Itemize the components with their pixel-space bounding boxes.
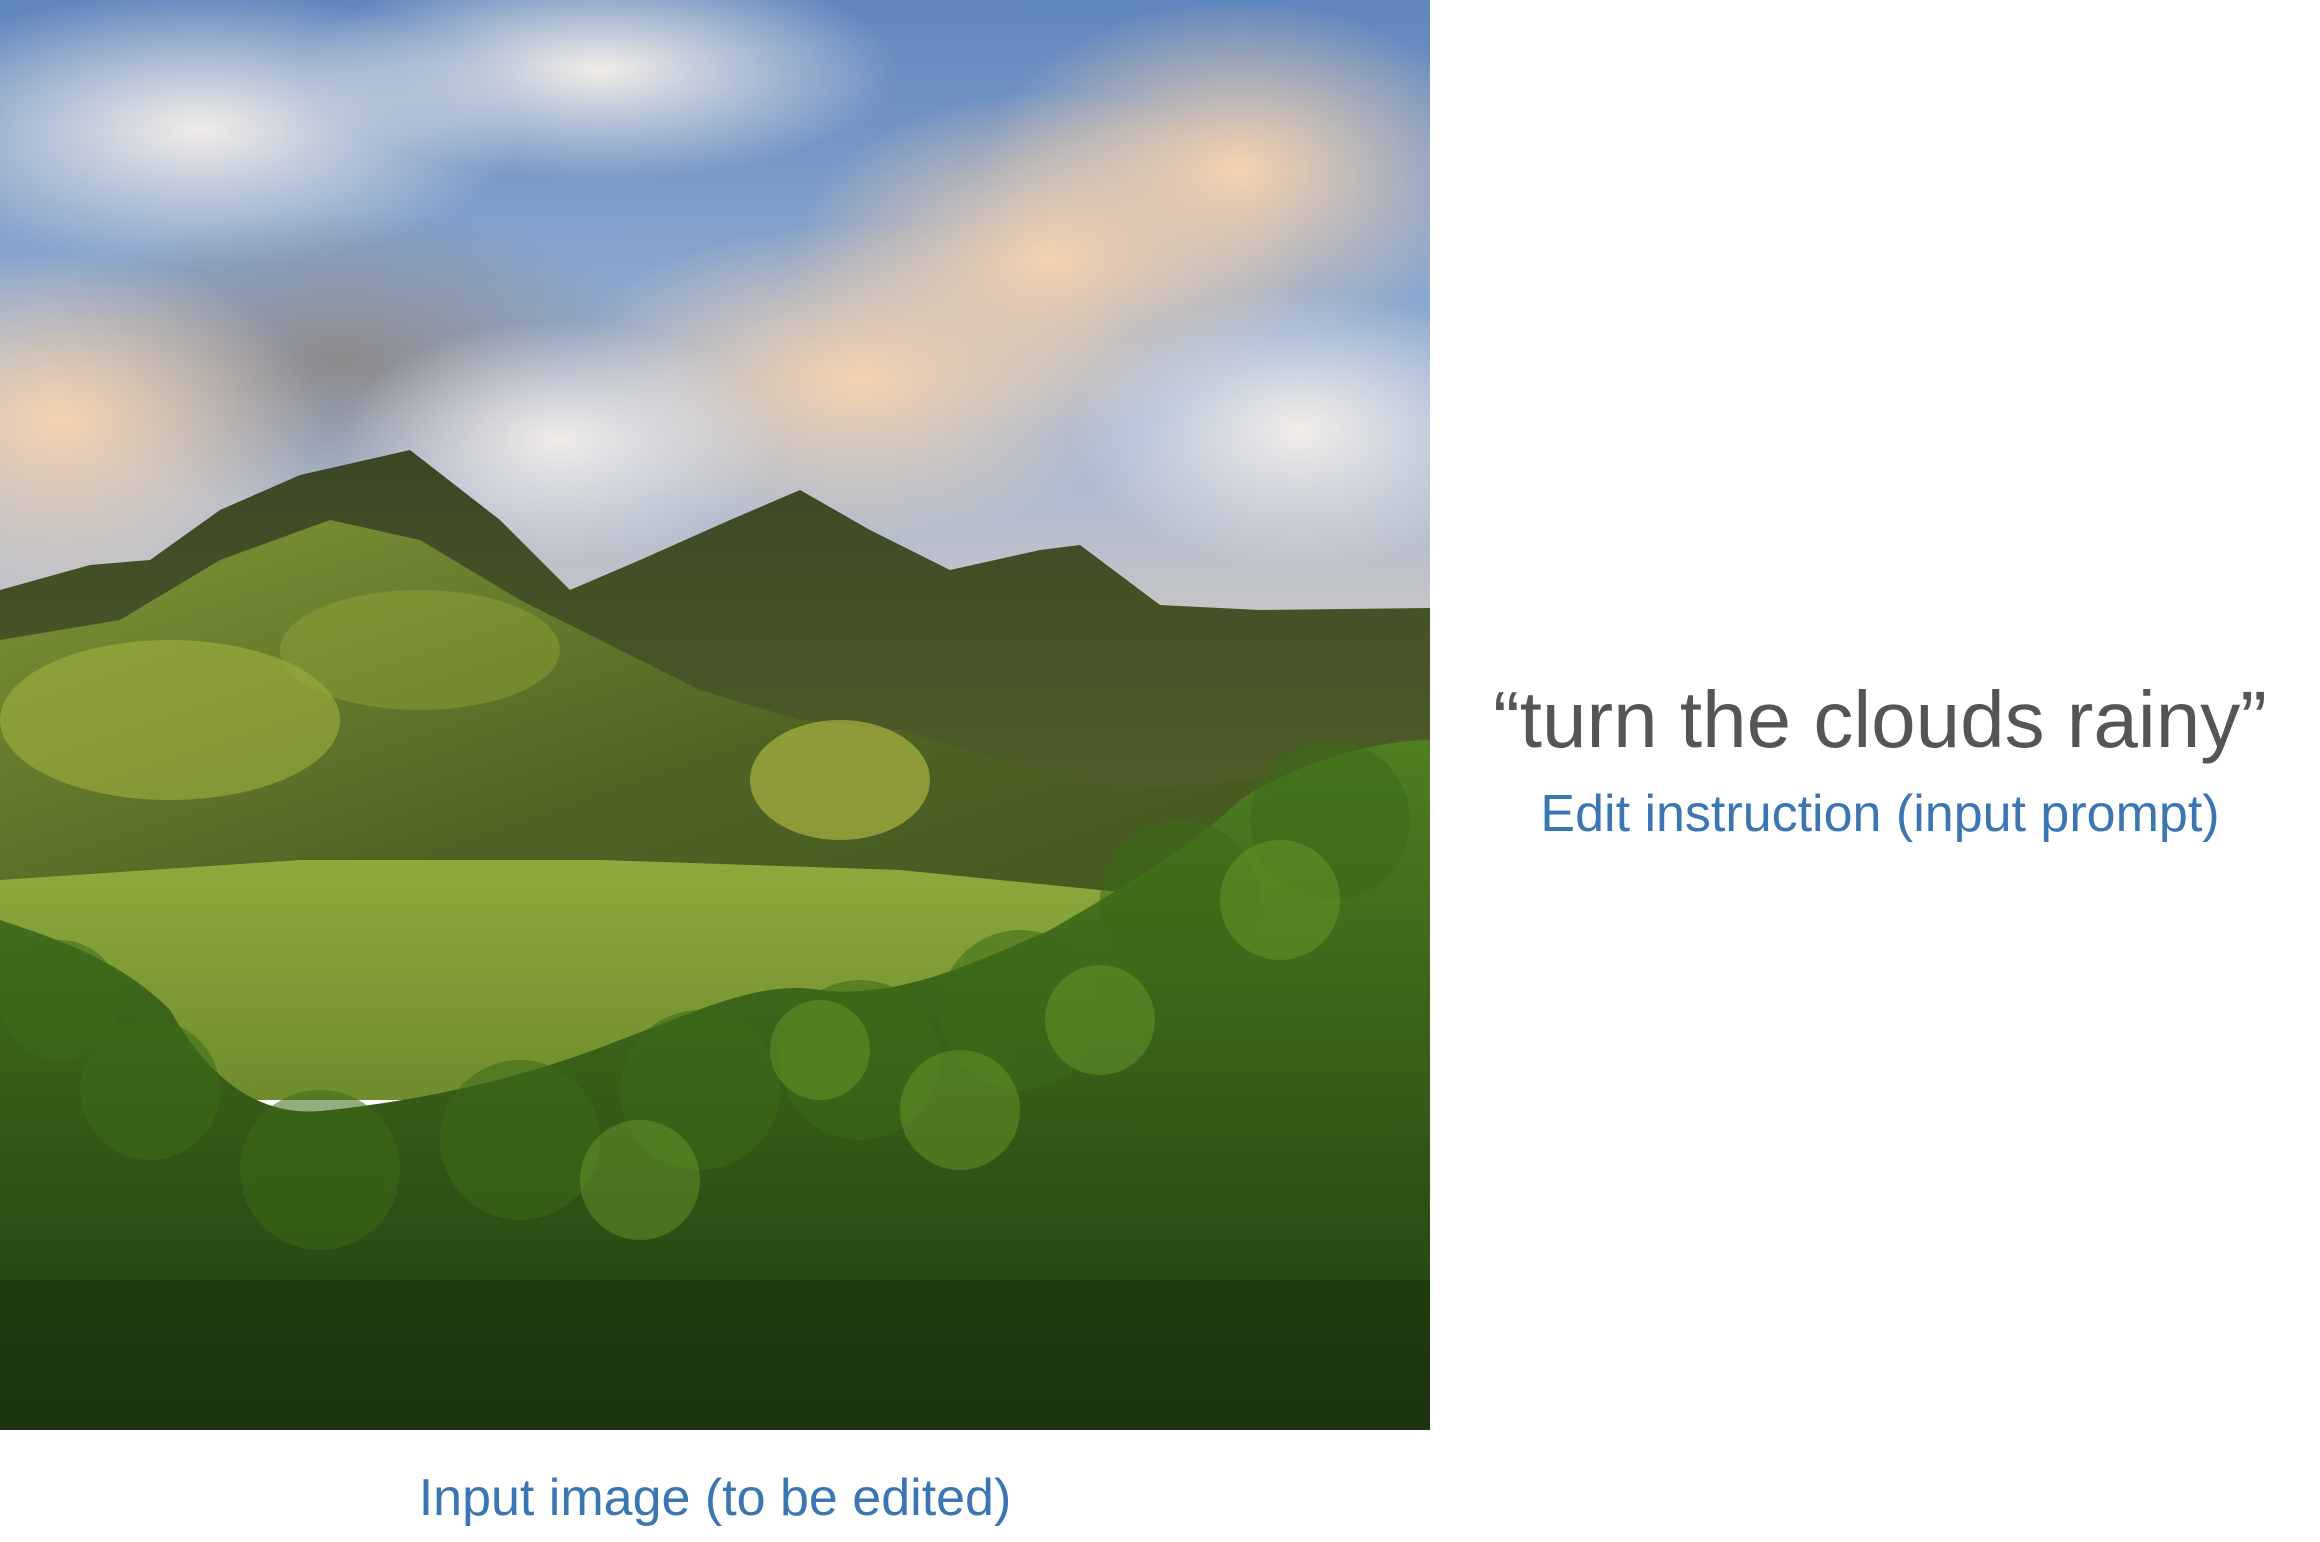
input-image-caption: Input image (to be edited)	[418, 1469, 1012, 1527]
edit-instruction-block: “turn the clouds rainy” Edit instruction…	[1440, 670, 2320, 844]
edit-instruction-text: “turn the clouds rainy”	[1493, 675, 2267, 764]
input-image	[0, 0, 1430, 1430]
edit-instruction-caption: Edit instruction (input prompt)	[1540, 785, 2220, 843]
